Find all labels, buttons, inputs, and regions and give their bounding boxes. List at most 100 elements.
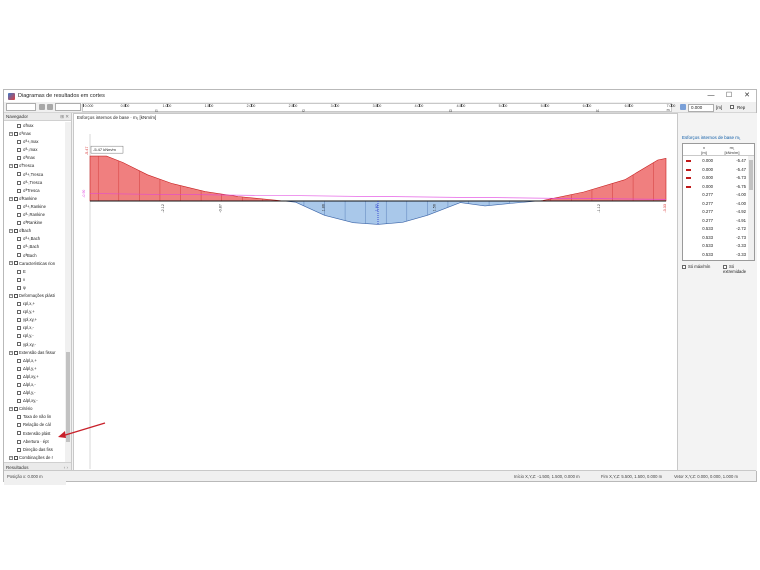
- nav-leaf-item[interactable]: Δlpl,x,+: [4, 357, 66, 365]
- item-checkbox[interactable]: [17, 358, 21, 363]
- group-checkbox[interactable]: [14, 407, 18, 412]
- item-checkbox[interactable]: [17, 342, 21, 347]
- section-combo[interactable]: [55, 103, 81, 111]
- item-checkbox[interactable]: [17, 447, 21, 452]
- nav-group-item[interactable]: − σ̃Rankine: [4, 195, 66, 203]
- nav-leaf-item[interactable]: εpl,y,-: [4, 332, 66, 340]
- nav-leaf-item[interactable]: εpl,y,+: [4, 308, 66, 316]
- nav-leaf-item[interactable]: εpl,x,+: [4, 300, 66, 308]
- group-checkbox[interactable]: [14, 229, 18, 234]
- diagram-canvas[interactable]: Esforços internos de base · m₁ [kNm/m] -…: [73, 113, 678, 471]
- item-checkbox[interactable]: [17, 326, 21, 331]
- nav-leaf-item[interactable]: σ̃²-,Rankine: [4, 211, 66, 219]
- expand-icon[interactable]: −: [9, 131, 13, 136]
- nav-group-item[interactable]: − Combinações de r: [4, 454, 66, 462]
- expand-icon[interactable]: −: [9, 196, 13, 201]
- results-row[interactable]: 0.000 -5.47: [683, 166, 749, 174]
- next-icon[interactable]: [47, 104, 53, 110]
- item-checkbox[interactable]: [17, 269, 21, 274]
- nav-leaf-item[interactable]: Taxa de não lin: [4, 413, 66, 421]
- item-checkbox[interactable]: [17, 431, 21, 436]
- item-checkbox[interactable]: [17, 277, 21, 282]
- prev-icon[interactable]: [39, 104, 45, 110]
- expand-icon[interactable]: −: [9, 455, 13, 460]
- results-row[interactable]: 0.277 -4.00: [683, 191, 749, 199]
- results-row[interactable]: 0.277 -4.91: [683, 217, 749, 225]
- grid-icon[interactable]: [680, 104, 686, 110]
- nav-leaf-item[interactable]: Δlpl,x,-: [4, 381, 66, 389]
- nav-group-item[interactable]: − Critério: [4, 405, 66, 413]
- expand-icon[interactable]: −: [9, 407, 13, 412]
- nav-leaf-item[interactable]: σ̃³Rankine: [4, 219, 66, 227]
- nav-leaf-item[interactable]: σ̃²-,max: [4, 146, 66, 154]
- item-checkbox[interactable]: [17, 156, 21, 161]
- minmax-checkbox[interactable]: Só máx/mín: [682, 264, 710, 269]
- item-checkbox[interactable]: [17, 415, 21, 420]
- results-row[interactable]: 0.000 -6.75: [683, 183, 749, 191]
- close-button[interactable]: ✕: [738, 90, 756, 102]
- results-row[interactable]: 0.533 -3.33: [683, 242, 749, 250]
- group-checkbox[interactable]: [14, 455, 18, 460]
- nav-leaf-item[interactable]: εpl,x,-: [4, 324, 66, 332]
- item-checkbox[interactable]: [17, 212, 21, 217]
- expand-icon[interactable]: −: [9, 261, 13, 266]
- nav-leaf-item[interactable]: Δlpl,y,+: [4, 365, 66, 373]
- item-checkbox[interactable]: [17, 390, 21, 395]
- results-row[interactable]: 0.277 -4.00: [683, 200, 749, 208]
- expand-icon[interactable]: −: [9, 164, 13, 169]
- nav-leaf-item[interactable]: Δlpl,y,-: [4, 389, 66, 397]
- item-checkbox[interactable]: [17, 334, 21, 339]
- maximize-button[interactable]: ☐: [720, 90, 738, 102]
- group-checkbox[interactable]: [14, 293, 18, 298]
- nav-leaf-item[interactable]: σ̃³max: [4, 154, 66, 162]
- nav-leaf-item[interactable]: Direção das fiss: [4, 446, 66, 454]
- item-checkbox[interactable]: [17, 204, 21, 209]
- item-checkbox[interactable]: [17, 172, 21, 177]
- item-checkbox[interactable]: [17, 148, 21, 153]
- item-checkbox[interactable]: [17, 180, 21, 185]
- nav-leaf-item[interactable]: σ̃²+,Rankine: [4, 203, 66, 211]
- nav-leaf-item[interactable]: Abertura · épt: [4, 438, 66, 446]
- nav-group-item[interactable]: − σ̃¹max: [4, 130, 66, 138]
- navigator-scrollbar[interactable]: [65, 122, 71, 462]
- nav-group-item[interactable]: − σ̃Tresca: [4, 162, 66, 170]
- navigator-combo[interactable]: [6, 103, 36, 111]
- group-checkbox[interactable]: [14, 261, 18, 266]
- item-checkbox[interactable]: [17, 285, 21, 290]
- nav-leaf-item[interactable]: ν: [4, 276, 66, 284]
- nav-leaf-item[interactable]: σ̃²-,Tresca: [4, 179, 66, 187]
- nav-group-item[interactable]: − Características rion: [4, 260, 66, 268]
- item-checkbox[interactable]: [17, 439, 21, 444]
- item-checkbox[interactable]: [17, 301, 21, 306]
- nav-leaf-item[interactable]: σ̃²+,Tresca: [4, 171, 66, 179]
- nav-leaf-item[interactable]: γpl,xy,+: [4, 316, 66, 324]
- expand-icon[interactable]: −: [9, 350, 13, 355]
- results-row[interactable]: 0.533 -3.33: [683, 251, 749, 259]
- item-checkbox[interactable]: [17, 253, 21, 258]
- nav-leaf-item[interactable]: Relação de cál: [4, 421, 66, 429]
- nav-group-item[interactable]: − Deformações plásti: [4, 292, 66, 300]
- results-row[interactable]: 0.533 -2.72: [683, 225, 749, 233]
- expand-icon[interactable]: −: [9, 293, 13, 298]
- item-checkbox[interactable]: [17, 140, 21, 145]
- minimize-button[interactable]: —: [702, 90, 720, 102]
- item-checkbox[interactable]: [17, 382, 21, 387]
- nav-leaf-item[interactable]: Δlpl,xy,-: [4, 397, 66, 405]
- item-checkbox[interactable]: [17, 310, 21, 315]
- results-row[interactable]: 0.277 -4.92: [683, 208, 749, 216]
- nav-leaf-item[interactable]: σ̃³Tresca: [4, 187, 66, 195]
- nav-leaf-item[interactable]: γpl,xy,-: [4, 341, 66, 349]
- item-checkbox[interactable]: [17, 423, 21, 428]
- item-checkbox[interactable]: [17, 237, 21, 242]
- step-input[interactable]: 0.000: [688, 104, 714, 112]
- group-checkbox[interactable]: [14, 350, 18, 355]
- results-row[interactable]: 0.533 -2.73: [683, 234, 749, 242]
- nav-leaf-item[interactable]: σ̃²+,Bach: [4, 235, 66, 243]
- item-checkbox[interactable]: [17, 188, 21, 193]
- nav-leaf-item[interactable]: σ̃³Bach: [4, 252, 66, 260]
- item-checkbox[interactable]: [17, 245, 21, 250]
- group-checkbox[interactable]: [14, 131, 18, 136]
- nav-leaf-item[interactable]: Extensão plást: [4, 430, 66, 438]
- nav-leaf-item[interactable]: φ: [4, 284, 66, 292]
- item-checkbox[interactable]: [17, 366, 21, 371]
